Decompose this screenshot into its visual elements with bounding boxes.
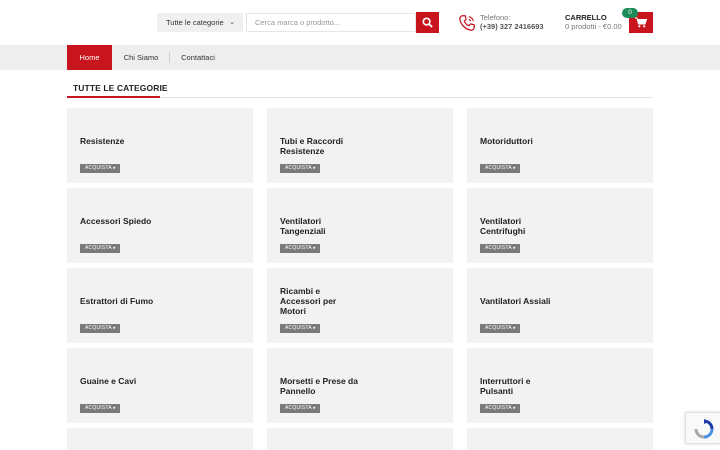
category-card[interactable]: Accessori Spiedo ACQUISTA ▸ — [67, 188, 253, 263]
buy-button-label: ACQUISTA — [285, 165, 312, 171]
buy-button-label: ACQUISTA — [485, 165, 512, 171]
section-title: TUTTE LE CATEGORIE — [73, 83, 168, 93]
category-title[interactable]: Tubi e Raccordi Resistenze — [280, 136, 360, 156]
phone-label: Telefono: — [480, 13, 511, 22]
category-title[interactable]: Ventilatori Tangenziali — [280, 216, 360, 236]
category-select[interactable]: Tutte le categorie ⌄ — [157, 13, 243, 32]
section-title-underline — [67, 96, 160, 98]
category-card[interactable]: Resistenze ACQUISTA ▸ — [67, 108, 253, 183]
buy-button[interactable]: ACQUISTA ▸ — [280, 324, 320, 333]
buy-button-label: ACQUISTA — [85, 165, 112, 171]
category-title[interactable]: Ventilatori Centrifughi — [480, 216, 560, 236]
buy-button-label: ACQUISTA — [285, 325, 312, 331]
category-card[interactable]: Ventilatori Centrifughi ACQUISTA ▸ — [467, 188, 653, 263]
buy-button-label: ACQUISTA — [85, 405, 112, 411]
cart-icon — [635, 17, 647, 28]
buy-button[interactable]: ACQUISTA ▸ — [80, 404, 120, 413]
category-title[interactable]: Accessori Spiedo — [80, 216, 160, 226]
category-card[interactable]: Vantilatori Assiali ACQUISTA ▸ — [467, 268, 653, 343]
search-icon — [422, 17, 433, 28]
category-card[interactable] — [67, 428, 253, 450]
caret-right-icon: ▸ — [513, 405, 516, 411]
recaptcha-icon — [694, 419, 714, 439]
category-card[interactable]: Morsetti e Prese da Pannello ACQUISTA ▸ — [267, 348, 453, 423]
nav-item-chi-siamo[interactable]: Chi Siamo — [114, 45, 168, 70]
category-title[interactable]: Morsetti e Prese da Pannello — [280, 376, 360, 396]
buy-button-label: ACQUISTA — [285, 245, 312, 251]
category-card[interactable] — [467, 428, 653, 450]
buy-button-label: ACQUISTA — [85, 325, 112, 331]
buy-button-label: ACQUISTA — [285, 405, 312, 411]
buy-button[interactable]: ACQUISTA ▸ — [80, 244, 120, 253]
chevron-down-icon: ⌄ — [229, 19, 235, 26]
main-nav: Home Chi Siamo Contattaci — [0, 45, 720, 70]
category-title[interactable]: Ricambi e Accessori per Motori — [280, 286, 360, 316]
category-card[interactable]: Estrattori di Fumo ACQUISTA ▸ — [67, 268, 253, 343]
caret-right-icon: ▸ — [513, 325, 516, 331]
caret-right-icon: ▸ — [513, 245, 516, 251]
category-title[interactable]: Resistenze — [80, 136, 160, 146]
caret-right-icon: ▸ — [113, 325, 116, 331]
site-header: Tutte le categorie ⌄ Cerca marca o prodo… — [0, 0, 720, 45]
caret-right-icon: ▸ — [113, 405, 116, 411]
caret-right-icon: ▸ — [313, 165, 316, 171]
buy-button[interactable]: ACQUISTA ▸ — [280, 244, 320, 253]
search-input[interactable]: Cerca marca o prodotto... — [246, 13, 416, 32]
category-select-label: Tutte le categorie — [166, 18, 224, 27]
caret-right-icon: ▸ — [113, 165, 116, 171]
search-placeholder: Cerca marca o prodotto... — [255, 18, 341, 27]
category-card[interactable]: Ventilatori Tangenziali ACQUISTA ▸ — [267, 188, 453, 263]
cart-summary[interactable]: 0 prodotti - €0.00 — [565, 22, 622, 31]
buy-button[interactable]: ACQUISTA ▸ — [480, 404, 520, 413]
buy-button[interactable]: ACQUISTA ▸ — [480, 244, 520, 253]
recaptcha-badge[interactable] — [685, 412, 720, 444]
category-card[interactable]: Guaine e Cavi ACQUISTA ▸ — [67, 348, 253, 423]
search-button[interactable] — [416, 12, 439, 33]
cart-title[interactable]: CARRELLO — [565, 13, 607, 22]
cart-count-badge: 0 — [622, 8, 638, 18]
category-card[interactable]: Interruttori e Pulsanti ACQUISTA ▸ — [467, 348, 653, 423]
buy-button-label: ACQUISTA — [485, 405, 512, 411]
buy-button-label: ACQUISTA — [485, 325, 512, 331]
buy-button[interactable]: ACQUISTA ▸ — [280, 404, 320, 413]
phone-number[interactable]: (+39) 327 2416693 — [480, 22, 544, 31]
category-title[interactable]: Vantilatori Assiali — [480, 296, 560, 306]
category-title[interactable]: Interruttori e Pulsanti — [480, 376, 560, 396]
category-card[interactable] — [267, 428, 453, 450]
caret-right-icon: ▸ — [113, 245, 116, 251]
caret-right-icon: ▸ — [313, 405, 316, 411]
category-title[interactable]: Motoriduttori — [480, 136, 560, 146]
buy-button[interactable]: ACQUISTA ▸ — [480, 164, 520, 173]
nav-item-contattaci[interactable]: Contattaci — [170, 45, 226, 70]
category-title[interactable]: Estrattori di Fumo — [80, 296, 160, 306]
phone-icon — [459, 15, 475, 31]
buy-button[interactable]: ACQUISTA ▸ — [80, 164, 120, 173]
buy-button[interactable]: ACQUISTA ▸ — [80, 324, 120, 333]
category-card[interactable]: Tubi e Raccordi Resistenze ACQUISTA ▸ — [267, 108, 453, 183]
buy-button-label: ACQUISTA — [485, 245, 512, 251]
caret-right-icon: ▸ — [313, 245, 316, 251]
category-title[interactable]: Guaine e Cavi — [80, 376, 160, 386]
buy-button-label: ACQUISTA — [85, 245, 112, 251]
nav-item-home[interactable]: Home — [67, 45, 112, 70]
category-card[interactable]: Motoriduttori ACQUISTA ▸ — [467, 108, 653, 183]
category-card[interactable]: Ricambi e Accessori per Motori ACQUISTA ▸ — [267, 268, 453, 343]
buy-button[interactable]: ACQUISTA ▸ — [280, 164, 320, 173]
buy-button[interactable]: ACQUISTA ▸ — [480, 324, 520, 333]
caret-right-icon: ▸ — [513, 165, 516, 171]
caret-right-icon: ▸ — [313, 325, 316, 331]
